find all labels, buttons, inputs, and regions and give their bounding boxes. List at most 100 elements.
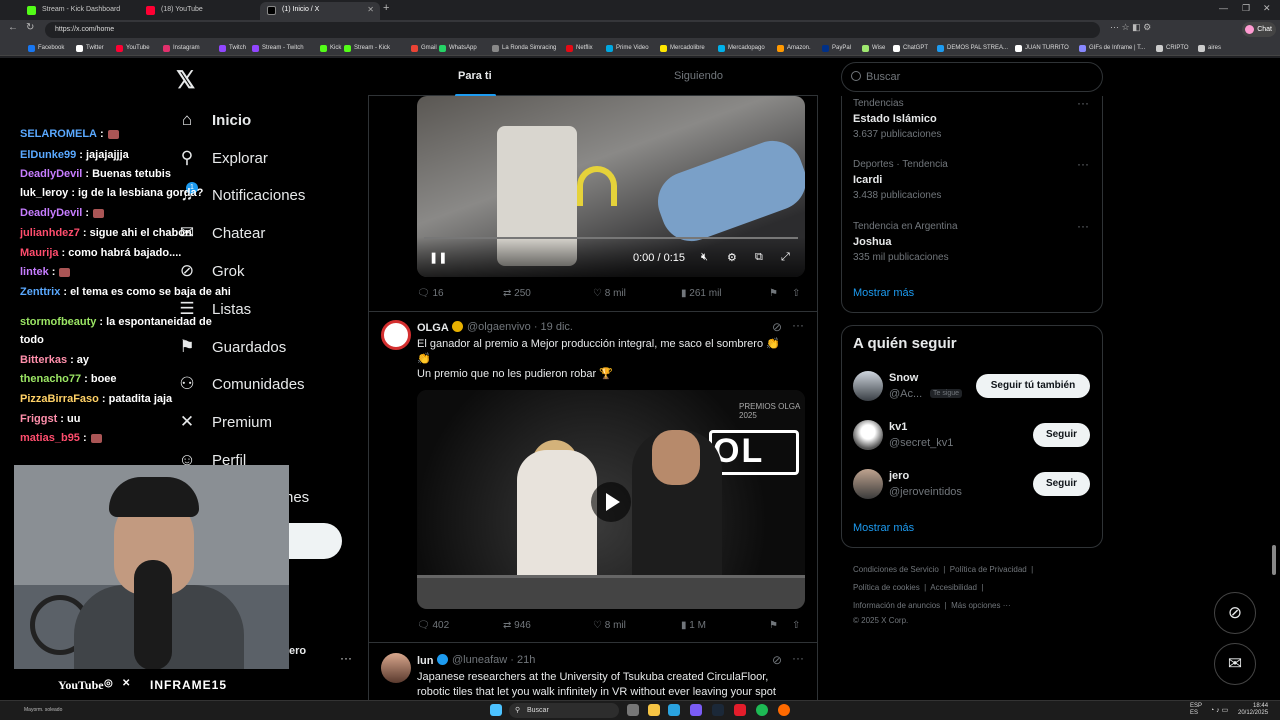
more-icon[interactable]: ··· (792, 651, 804, 665)
reply-button[interactable]: 🗨︎ 402 (417, 620, 449, 631)
show-more-trends-link[interactable]: Mostrar más (853, 287, 914, 299)
app-icon[interactable] (778, 704, 790, 716)
bookmark-5[interactable]: Stream - Twitch (252, 42, 304, 54)
bookmark-19[interactable]: DEMOS PAL STREA... (937, 42, 1008, 54)
bookmark-8[interactable]: Gmail (411, 42, 437, 54)
bookmark-10[interactable]: La Ronda Simracing (492, 42, 556, 54)
bookmark-17[interactable]: Wise (862, 42, 885, 54)
bookmark-15[interactable]: Amazon. (777, 42, 811, 54)
close-icon[interactable]: ✕ (367, 2, 374, 18)
settings-icon[interactable]: ⚙ (727, 251, 737, 264)
bookmark-13[interactable]: Mercadolibre (660, 42, 705, 54)
footer-link[interactable]: Información de anuncios (853, 601, 940, 610)
new-tab-button[interactable]: + (383, 2, 389, 14)
mute-icon[interactable]: 🔇︎ (701, 251, 708, 264)
post-handle[interactable]: @olgaenvivo · 19 dic. (467, 321, 573, 333)
views-button[interactable]: ▮ 261 mil (681, 288, 722, 299)
chat-button[interactable]: Chat (1242, 22, 1276, 37)
fullscreen-icon[interactable]: ⤢ (781, 251, 790, 264)
bookmark-9[interactable]: WhatsApp (439, 42, 477, 54)
more-icon[interactable]: ··· (1077, 219, 1089, 233)
steam-icon[interactable] (712, 704, 724, 716)
file-explorer-icon[interactable] (648, 704, 660, 716)
like-button[interactable]: ♡ 8 mil (593, 620, 626, 631)
post-button[interactable] (289, 523, 342, 559)
bookmark-3[interactable]: Instagram (163, 42, 200, 54)
tab-following[interactable]: Siguiendo (674, 70, 723, 82)
post-video[interactable]: ❚❚ 0:00 / 0:15 🔇︎ ⚙ ⧉ ⤢ (417, 96, 805, 277)
bookmark-11[interactable]: Netflix (566, 42, 593, 54)
show-more-follow-link[interactable]: Mostrar más (853, 522, 914, 534)
follow-button[interactable]: Seguir (1033, 423, 1090, 447)
bookmark-12[interactable]: Prime Video (606, 42, 649, 54)
nav-item-guardados[interactable]: ⚑ Guardados (176, 337, 376, 367)
play-icon[interactable] (591, 482, 631, 522)
clock[interactable]: 18:44 20/12/2025 (1238, 703, 1268, 717)
bookmark-4[interactable]: Twitch (219, 42, 246, 54)
follow-name[interactable]: kv1 (889, 421, 907, 433)
share-icon[interactable]: ⇧ (792, 288, 800, 299)
post-handle[interactable]: @luneafaw · 21h (452, 654, 535, 666)
grok-icon[interactable]: ⊘ (772, 653, 782, 667)
back-icon[interactable]: ← (8, 22, 18, 33)
bookmark-22[interactable]: CRIPTO (1156, 42, 1189, 54)
avatar[interactable] (853, 420, 883, 450)
bookmark-icon[interactable]: ⚑ (769, 620, 778, 631)
app-icon[interactable] (734, 704, 746, 716)
bookmark-2[interactable]: YouTube (116, 42, 150, 54)
follow-name[interactable]: jero (889, 470, 909, 482)
url-input[interactable]: https://x.com/home (45, 22, 1100, 38)
pip-icon[interactable]: ⧉ (755, 251, 763, 264)
bookmark-6[interactable]: Kick (320, 42, 341, 54)
avatar[interactable] (853, 469, 883, 499)
bookmark-14[interactable]: Mercadopago (718, 42, 765, 54)
repost-button[interactable]: ⇄ 946 (503, 620, 531, 631)
footer-link[interactable]: Más opciones ··· (951, 601, 1011, 610)
grok-fab-icon[interactable]: ⊘ (1214, 592, 1256, 634)
more-icon[interactable]: ··· (792, 318, 804, 332)
bookmark-20[interactable]: JUAN TURRITO (1015, 42, 1069, 54)
app-icon[interactable] (690, 704, 702, 716)
nav-item-inicio[interactable]: ⌂ Inicio (176, 110, 376, 140)
footer-link[interactable]: Política de Privacidad (950, 565, 1027, 574)
avatar[interactable] (853, 371, 883, 401)
maximize-icon[interactable]: ❐ (1242, 3, 1250, 14)
more-icon[interactable]: ··· (1077, 96, 1089, 110)
bookmark-23[interactable]: aires (1198, 42, 1221, 54)
task-view-icon[interactable] (627, 704, 639, 716)
trend-name[interactable]: Estado Islámico (853, 113, 937, 125)
footer-link[interactable]: Accesibilidad (930, 583, 977, 592)
like-button[interactable]: ♡ 8 mil (593, 288, 626, 299)
video-progress-bar[interactable] (424, 237, 798, 239)
reply-button[interactable]: 🗨︎ 16 (417, 288, 444, 299)
bookmark-icon[interactable]: ⚑ (769, 288, 778, 299)
trend-name[interactable]: Icardi (853, 174, 882, 186)
bookmark-16[interactable]: PayPal (822, 42, 851, 54)
x-logo-icon[interactable]: 𝕏 (176, 66, 195, 95)
more-icon[interactable]: ··· (1077, 157, 1089, 171)
grok-icon[interactable]: ⊘ (772, 320, 782, 334)
post-author[interactable]: OLGA (417, 321, 463, 334)
system-tray-icons[interactable]: ◔ ♪ ▭ (1210, 706, 1228, 714)
follow-button[interactable]: Seguir (1033, 472, 1090, 496)
avatar[interactable] (381, 320, 411, 350)
bookmark-0[interactable]: Facebook (28, 42, 64, 54)
follow-back-button[interactable]: Seguir tú también (976, 374, 1090, 398)
minimize-icon[interactable]: — (1219, 3, 1228, 13)
footer-link[interactable]: Política de cookies (853, 583, 920, 592)
views-button[interactable]: ▮ 1 M (681, 620, 706, 631)
edge-icon[interactable] (668, 704, 680, 716)
nav-item-chatear[interactable]: ✉ Chatear (176, 223, 376, 253)
nav-item-explorar[interactable]: ⚲ Explorar (176, 148, 376, 178)
nav-item-notificaciones[interactable]: ♫ Notificaciones (176, 185, 376, 215)
repost-button[interactable]: ⇄ 250 (503, 288, 531, 299)
tab-x-home[interactable]: (1) Inicio / X ✕ (260, 2, 380, 20)
search-input[interactable]: Buscar (841, 62, 1103, 92)
close-window-icon[interactable]: ✕ (1263, 3, 1271, 14)
tab-youtube[interactable]: (18) YouTube (139, 2, 259, 20)
tab-kick-dashboard[interactable]: Stream - Kick Dashboard (20, 2, 138, 20)
tab-for-you[interactable]: Para ti (458, 70, 492, 82)
language-indicator[interactable]: ESP ES (1190, 703, 1202, 717)
trend-name[interactable]: Joshua (853, 236, 892, 248)
start-icon[interactable] (490, 704, 502, 716)
